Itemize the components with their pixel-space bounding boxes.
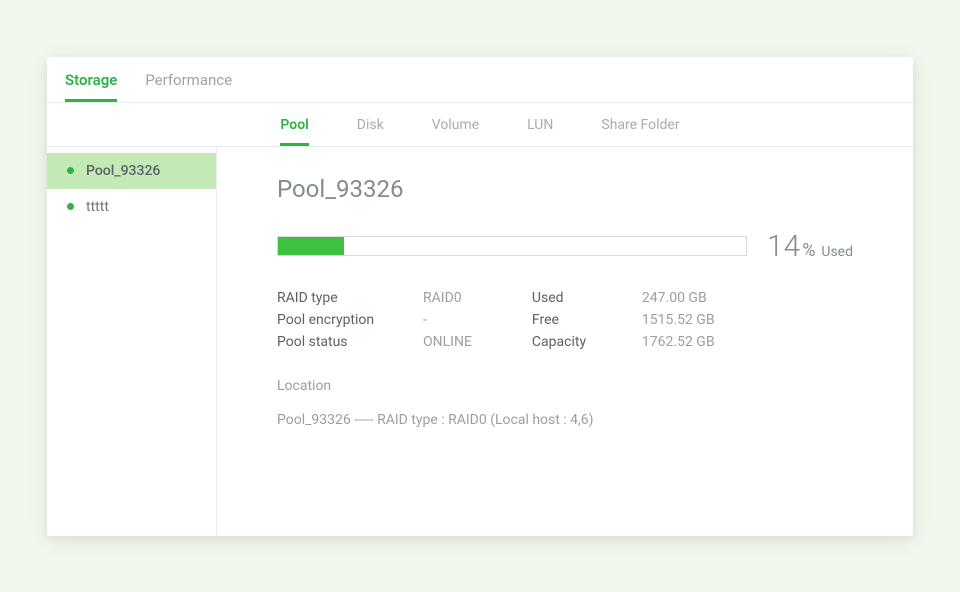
status-value: ONLINE (423, 334, 472, 350)
pool-title: Pool_93326 (277, 175, 853, 203)
info-row-used: Used 247.00 GB (532, 290, 715, 306)
info-col-right: Used 247.00 GB Free 1515.52 GB Capacity … (532, 290, 715, 350)
usage-row: 14 % Used (277, 229, 853, 264)
top-tabs: Storage Performance (47, 57, 913, 103)
status-label: Pool status (277, 334, 423, 350)
location-text: Pool_93326 ----- RAID type : RAID0 (Loca… (277, 412, 853, 428)
content-area: Pool_93326 ttttt Pool_93326 14 % Used (47, 147, 913, 536)
used-value: 247.00 GB (642, 290, 707, 306)
usage-used-label: Used (821, 244, 853, 260)
subtab-lun[interactable]: LUN (527, 117, 553, 146)
usage-progress-bar (277, 236, 747, 256)
info-row-capacity: Capacity 1762.52 GB (532, 334, 715, 350)
sidebar-item-label: Pool_93326 (86, 163, 160, 179)
subtab-pool[interactable]: Pool (280, 117, 308, 146)
capacity-value: 1762.52 GB (642, 334, 715, 350)
sidebar-item-pool-93326[interactable]: Pool_93326 (47, 153, 216, 189)
sidebar-item-ttttt[interactable]: ttttt (47, 189, 216, 225)
capacity-label: Capacity (532, 334, 642, 350)
usage-progress-fill (278, 237, 344, 255)
location-header: Location (277, 378, 853, 394)
subtab-disk[interactable]: Disk (357, 117, 384, 146)
pool-sidebar: Pool_93326 ttttt (47, 147, 217, 536)
encryption-value: - (423, 312, 427, 328)
free-value: 1515.52 GB (642, 312, 715, 328)
status-dot-icon (67, 203, 74, 210)
subtab-volume[interactable]: Volume (432, 117, 479, 146)
info-row-free: Free 1515.52 GB (532, 312, 715, 328)
info-row-raid-type: RAID type RAID0 (277, 290, 472, 306)
encryption-label: Pool encryption (277, 312, 423, 328)
tab-performance[interactable]: Performance (145, 71, 232, 102)
info-row-status: Pool status ONLINE (277, 334, 472, 350)
used-label: Used (532, 290, 642, 306)
usage-percent-number: 14 (767, 229, 800, 264)
subtab-share-folder[interactable]: Share Folder (601, 117, 679, 146)
info-col-left: RAID type RAID0 Pool encryption - Pool s… (277, 290, 472, 350)
status-dot-icon (67, 167, 74, 174)
usage-text: 14 % Used (767, 229, 853, 264)
info-row-encryption: Pool encryption - (277, 312, 472, 328)
free-label: Free (532, 312, 642, 328)
raid-type-label: RAID type (277, 290, 423, 306)
usage-percent-symbol: % (802, 240, 815, 261)
storage-window: Storage Performance Pool Disk Volume LUN… (47, 57, 913, 536)
main-panel: Pool_93326 14 % Used RAID type RAID0 (217, 147, 913, 536)
info-grid: RAID type RAID0 Pool encryption - Pool s… (277, 290, 853, 350)
tab-storage[interactable]: Storage (65, 71, 117, 102)
raid-type-value: RAID0 (423, 290, 462, 306)
sidebar-item-label: ttttt (86, 199, 109, 215)
sub-tabs: Pool Disk Volume LUN Share Folder (47, 103, 913, 147)
